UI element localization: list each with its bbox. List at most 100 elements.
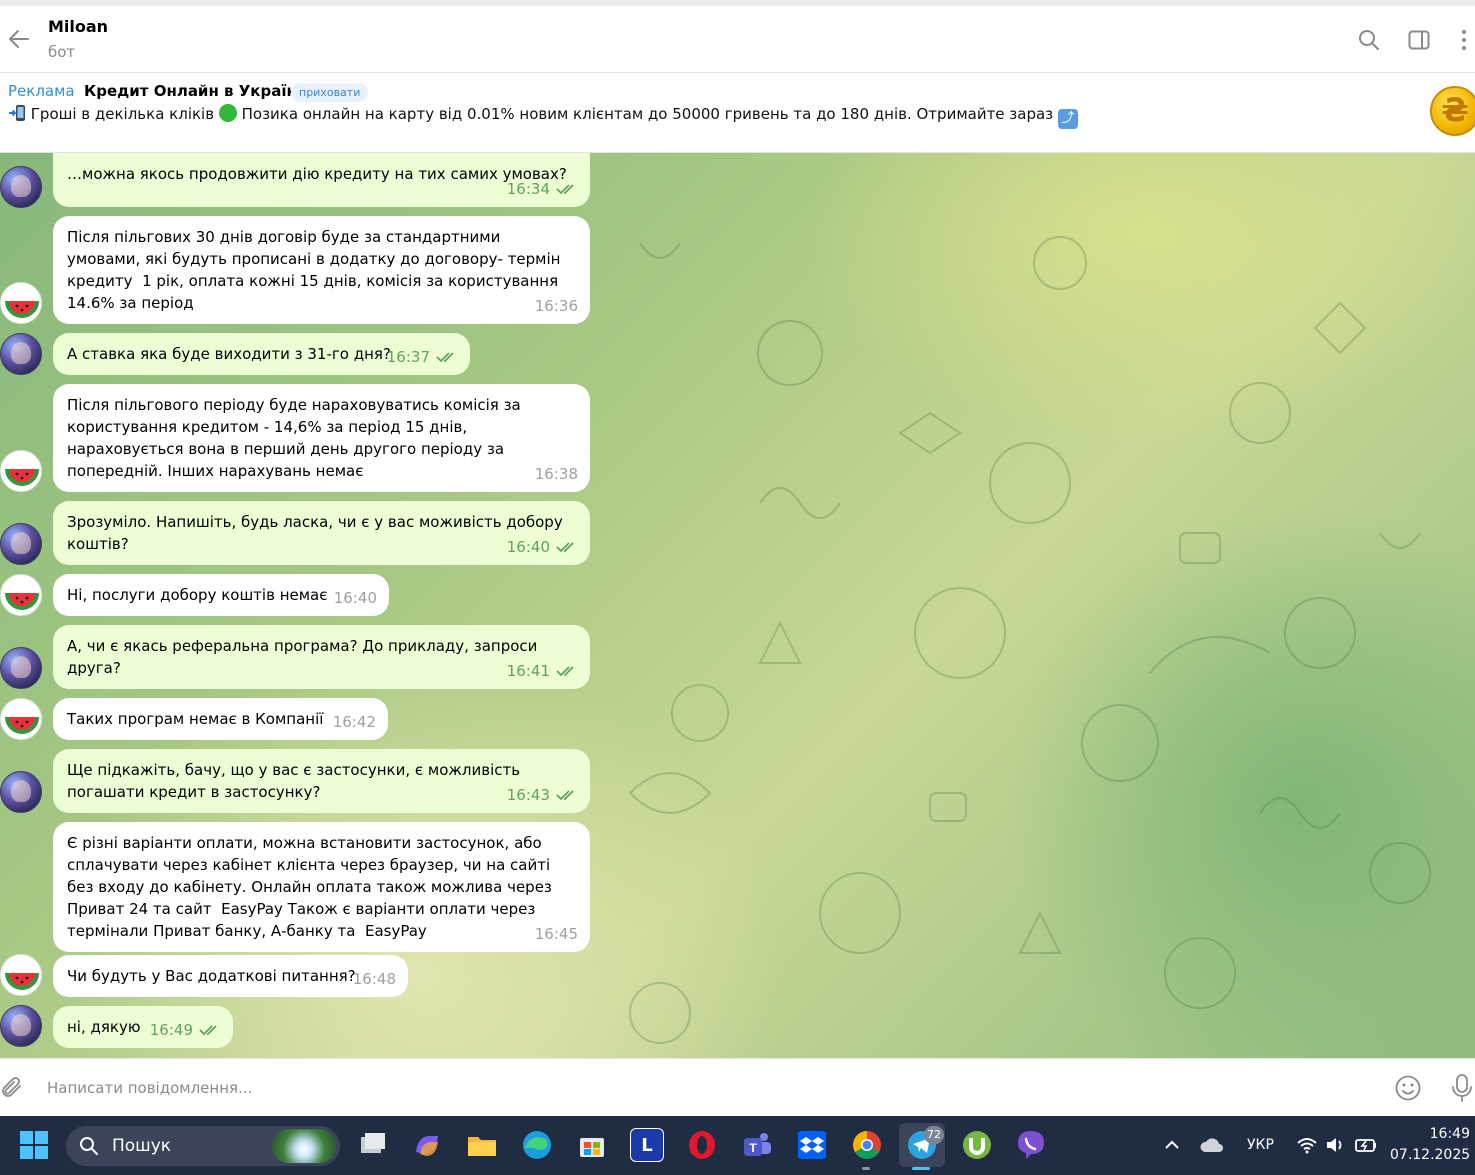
message-meta: 16:42 — [333, 711, 376, 733]
message-time: 16:48 — [352, 970, 396, 988]
user-avatar[interactable] — [0, 771, 42, 813]
message-outgoing[interactable]: …можна якось продовжити дію кредиту на т… — [53, 153, 590, 207]
chat-area[interactable]: …можна якось продовжити дію кредиту на т… — [0, 153, 1475, 1058]
user-avatar[interactable] — [0, 333, 42, 375]
copilot-app-icon[interactable] — [410, 1128, 444, 1162]
ad-text: Гроші в декілька кліків Позика онлайн на… — [8, 104, 1078, 129]
message-incoming[interactable]: Таких програм немає в Компанії 16:42 — [53, 698, 388, 740]
message-meta: 16:36 — [535, 295, 578, 317]
user-avatar[interactable] — [0, 1005, 42, 1047]
message-meta: 16:45 — [535, 923, 578, 945]
chevron-up-icon[interactable] — [1163, 1138, 1181, 1152]
bot-avatar[interactable] — [0, 450, 42, 492]
folder-app-icon[interactable] — [465, 1128, 499, 1162]
store-app-icon[interactable] — [575, 1128, 609, 1162]
watermelon-icon — [5, 300, 39, 318]
battery-charging-icon[interactable] — [1354, 1135, 1378, 1155]
message-input[interactable] — [47, 1076, 1347, 1100]
message-outgoing[interactable]: ні, дякую 16:49 — [53, 1006, 233, 1048]
windows-start-icon[interactable] — [19, 1130, 49, 1160]
ad-logo[interactable]: ₴ — [1430, 86, 1475, 136]
taskbar-search[interactable]: Пошук — [66, 1126, 340, 1166]
message-time: 16:34 — [506, 180, 550, 198]
bot-avatar[interactable] — [0, 698, 42, 740]
search-icon[interactable] — [1357, 28, 1381, 52]
bot-avatar[interactable] — [0, 282, 42, 324]
double-check-icon — [556, 790, 574, 801]
teams-app-icon[interactable]: T — [740, 1128, 774, 1162]
message-incoming[interactable]: Ні, послуги добору коштів немає 16:40 — [53, 574, 389, 616]
ad-hide-button[interactable]: приховати — [291, 83, 369, 102]
user-avatar[interactable] — [0, 523, 42, 565]
chat-subtitle: бот — [48, 43, 76, 61]
mobile-phone-arrow-icon — [9, 105, 25, 121]
utorrent-app-icon[interactable] — [960, 1128, 994, 1162]
ad-text-part2: Позика онлайн на карту від 0.01% новим к… — [241, 105, 1054, 123]
watermelon-icon — [5, 716, 39, 734]
file-explorer-app-icon[interactable] — [355, 1128, 389, 1162]
dropbox-app-icon[interactable] — [795, 1128, 829, 1162]
chat-title[interactable]: Miloan — [48, 17, 108, 36]
back-arrow-icon[interactable] — [6, 26, 32, 52]
windows-taskbar: Пошук L T 72 УКР 16:49 07.12.2025 — [0, 1116, 1475, 1175]
user-avatar[interactable] — [0, 647, 42, 689]
telegram-active-indicator — [912, 1167, 930, 1170]
message-meta: 16:34 — [507, 178, 578, 200]
message-incoming[interactable]: Після пільгового періоду буде нараховува… — [53, 384, 590, 492]
clock-time[interactable]: 16:49 — [1398, 1126, 1470, 1142]
ad-title: Кредит Онлайн в Україні — [84, 82, 302, 100]
search-label: Пошук — [112, 1136, 172, 1156]
message-incoming[interactable]: Чи будуть у Вас додаткові питання? 16:48 — [53, 955, 408, 997]
search-icon — [80, 1137, 98, 1155]
message-meta: 16:37 — [387, 346, 458, 368]
watermelon-icon — [5, 468, 39, 486]
message-time: 16:40 — [333, 589, 377, 607]
language-indicator[interactable]: УКР — [1247, 1137, 1274, 1153]
message-outgoing[interactable]: Ще підкажіть, бачу, що у вас є застосунк… — [53, 749, 590, 813]
more-menu-icon[interactable] — [1452, 28, 1475, 52]
message-outgoing[interactable]: А ставка яка буде виходити з 31-го дня? … — [53, 333, 470, 375]
ad-label: Реклама — [8, 82, 75, 100]
lastpass-app-icon[interactable]: L — [630, 1128, 664, 1162]
message-outgoing[interactable]: Зрозуміло. Напишіть, будь ласка, чи є у … — [53, 501, 590, 565]
svg-text:T: T — [749, 1141, 757, 1155]
opera-app-icon[interactable] — [685, 1128, 719, 1162]
message-incoming[interactable]: Є різні варіанти оплати, можна встановит… — [53, 822, 590, 952]
double-check-icon — [436, 352, 454, 363]
viber-app-icon[interactable] — [1014, 1128, 1048, 1162]
telegram-unread-badge: 72 — [924, 1126, 944, 1144]
message-incoming[interactable]: Після пільгових 30 днів договір буде за … — [53, 216, 590, 324]
chrome-running-indicator — [862, 1167, 870, 1170]
double-check-icon — [556, 184, 574, 195]
message-text: Після пільгового періоду буде нараховува… — [67, 396, 526, 480]
bot-avatar[interactable] — [0, 574, 42, 616]
message-text: Після пільгових 30 днів договір буде за … — [67, 228, 566, 312]
microphone-icon[interactable] — [1450, 1073, 1474, 1103]
side-panel-icon[interactable] — [1407, 28, 1431, 52]
sponsored-message[interactable]: Реклама Кредит Онлайн в Україні приховат… — [0, 74, 1475, 153]
message-time: 16:49 — [149, 1021, 193, 1039]
message-time: 16:43 — [506, 786, 550, 804]
message-text: Таких програм немає в Компанії — [67, 710, 324, 728]
chrome-app-icon[interactable] — [850, 1128, 884, 1162]
wifi-icon[interactable] — [1296, 1136, 1318, 1154]
emoji-smile-icon[interactable] — [1394, 1074, 1422, 1102]
message-outgoing[interactable]: А, чи є якась реферальна програма? До пр… — [53, 625, 590, 689]
watermelon-icon — [5, 592, 39, 610]
double-check-icon — [199, 1025, 217, 1036]
user-avatar[interactable] — [0, 166, 42, 208]
watermelon-icon — [5, 972, 39, 990]
message-time: 16:38 — [534, 465, 578, 483]
ad-text-part1: Гроші в декілька кліків — [30, 105, 215, 123]
message-text: Є різні варіанти оплати, можна встановит… — [67, 834, 557, 940]
volume-icon[interactable] — [1325, 1136, 1345, 1154]
clock-date[interactable]: 07.12.2025 — [1390, 1147, 1470, 1163]
message-meta: 16:41 — [507, 660, 578, 682]
message-time: 16:37 — [386, 348, 430, 366]
bot-avatar[interactable] — [0, 954, 42, 996]
edge-app-icon[interactable] — [520, 1128, 554, 1162]
onedrive-cloud-icon[interactable] — [1199, 1136, 1225, 1154]
paperclip-icon[interactable] — [0, 1075, 26, 1101]
message-text: А, чи є якась реферальна програма? До пр… — [67, 637, 543, 677]
chat-header: Miloan бот — [0, 6, 1475, 73]
